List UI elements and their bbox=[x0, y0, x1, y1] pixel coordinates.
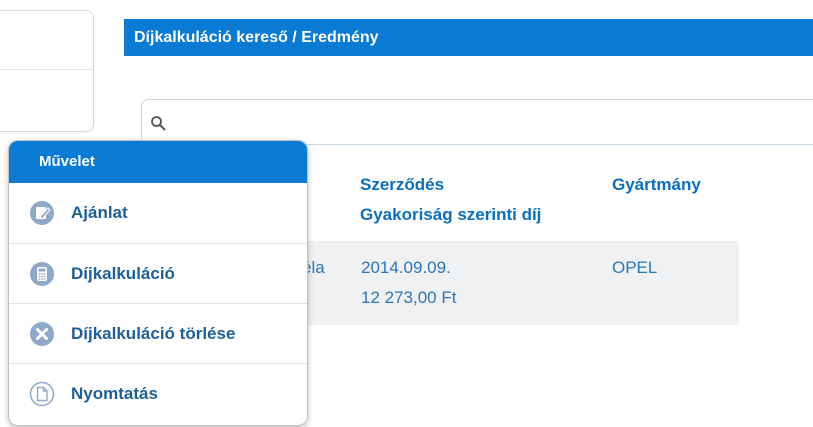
search-icon bbox=[151, 116, 166, 131]
menu-item-offer-label: Ajánlat bbox=[71, 203, 128, 222]
left-panel bbox=[0, 10, 94, 132]
cell-contract-fee: 12 273,00 Ft bbox=[361, 288, 457, 307]
column-header-make[interactable]: Gyártmány bbox=[612, 170, 701, 200]
menu-item-print[interactable]: Nyomtatás bbox=[9, 363, 307, 423]
calculator-icon bbox=[30, 262, 54, 286]
left-panel-divider bbox=[0, 69, 93, 70]
document-icon bbox=[29, 381, 55, 407]
search-input[interactable] bbox=[172, 112, 776, 136]
cell-contract: 2014.09.09. 12 273,00 Ft bbox=[361, 253, 456, 313]
menu-item-delete-calculation-label: Díjkalkuláció törlése bbox=[71, 324, 236, 343]
cell-contract-date: 2014.09.09. bbox=[361, 258, 451, 277]
cell-make: OPEL bbox=[612, 258, 658, 277]
action-menu-title: Művelet bbox=[9, 141, 307, 183]
menu-item-calculation-label: Díjkalkuláció bbox=[71, 264, 175, 283]
column-header-contract[interactable]: Szerződés Gyakoriság szerinti díj bbox=[360, 170, 541, 230]
search-box[interactable] bbox=[141, 99, 813, 145]
edit-icon bbox=[30, 201, 54, 225]
menu-item-calculation[interactable]: Díjkalkuláció bbox=[9, 243, 307, 303]
page-title: Díjkalkuláció kereső / Eredmény bbox=[124, 19, 813, 56]
delete-icon bbox=[30, 322, 54, 346]
menu-item-offer[interactable]: Ajánlat bbox=[9, 183, 307, 243]
column-header-contract-line1: Szerződés bbox=[360, 175, 445, 194]
column-header-make-label: Gyártmány bbox=[612, 175, 701, 194]
menu-item-print-label: Nyomtatás bbox=[71, 384, 158, 403]
menu-item-delete-calculation[interactable]: Díjkalkuláció törlése bbox=[9, 303, 307, 363]
action-menu: Művelet Ajánlat Díjkalkuláció Díjkalkulá… bbox=[8, 140, 308, 426]
column-header-contract-line2: Gyakoriság szerinti díj bbox=[360, 205, 542, 224]
